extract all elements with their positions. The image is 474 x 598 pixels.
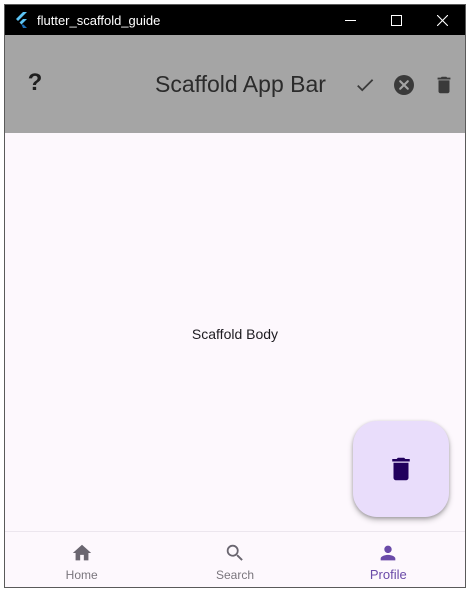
cancel-icon: [394, 75, 414, 95]
minimize-icon: [344, 19, 356, 21]
nav-label-profile: Profile: [369, 567, 407, 582]
app-window: flutter_scaffold_guide ? Scaffold App Ba…: [4, 4, 466, 588]
delete-icon: [437, 76, 451, 94]
title-bar: flutter_scaffold_guide: [5, 5, 465, 35]
search-icon: [226, 544, 243, 561]
check-button[interactable]: [349, 69, 381, 101]
maximize-icon: [390, 14, 402, 26]
nav-item-home[interactable]: Home: [5, 532, 158, 587]
home-icon: [72, 544, 91, 561]
app-bar: ? Scaffold App Bar: [5, 35, 465, 133]
minimize-button[interactable]: [327, 5, 373, 35]
check-icon: [357, 79, 374, 92]
maximize-button[interactable]: [373, 5, 419, 35]
nav-label-home: Home: [65, 568, 98, 582]
cancel-button[interactable]: [388, 69, 420, 101]
app-bar-title: Scaffold App Bar: [155, 71, 326, 97]
nav-item-profile[interactable]: Profile: [312, 532, 465, 587]
close-window-button[interactable]: [419, 5, 465, 35]
floating-action-button[interactable]: [353, 421, 449, 517]
nav-item-search[interactable]: Search: [158, 532, 311, 587]
window-title: flutter_scaffold_guide: [37, 12, 161, 28]
window-controls: [327, 5, 465, 35]
close-icon: [436, 14, 448, 26]
help-button[interactable]: ?: [15, 61, 55, 105]
nav-label-search: Search: [215, 568, 254, 582]
delete-button[interactable]: [428, 69, 460, 101]
bottom-navigation-bar: Home Search Profile: [5, 531, 465, 587]
delete-icon: [392, 457, 410, 481]
flutter-logo-icon: [16, 12, 27, 28]
person-icon: [380, 545, 396, 561]
body-text: Scaffold Body: [191, 326, 279, 342]
